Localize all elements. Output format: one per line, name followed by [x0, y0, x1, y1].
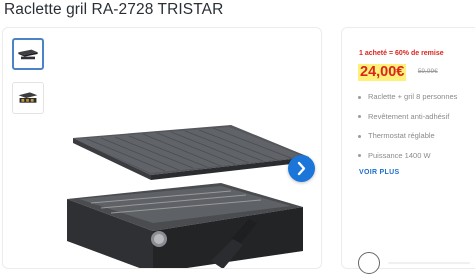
voir-plus-link[interactable]: VOIR PLUS [359, 169, 399, 176]
placeholder-line [388, 262, 470, 264]
feature-item: Puissance 1400 W [358, 146, 457, 166]
price-row: 24,00€ 59,99€ [358, 63, 438, 81]
raclette-grill-main-image [67, 125, 309, 268]
feature-item: Thermostat réglable [358, 126, 457, 146]
feature-label: Thermostat réglable [368, 131, 435, 140]
old-price: 59,99€ [417, 68, 438, 76]
radio-circle-icon[interactable] [358, 252, 380, 274]
thumbnail-2[interactable] [12, 82, 44, 114]
product-title: Raclette gril RA-2728 TRISTAR [4, 1, 224, 18]
bullet-icon [358, 154, 361, 158]
bullet-icon [358, 115, 361, 119]
offer-panel: 1 acheté = 60% de remise 24,00€ 59,99€ R… [341, 27, 475, 274]
product-gallery [2, 27, 322, 269]
raclette-grill-angle-thumbnail-image [18, 92, 38, 103]
feature-item: Revêtement anti-adhésif [358, 107, 457, 127]
feature-label: Puissance 1400 W [368, 150, 431, 160]
current-price: 24,00€ [358, 64, 407, 81]
feature-label: Revêtement anti-adhésif [368, 111, 450, 121]
next-image-button[interactable] [288, 155, 315, 182]
feature-item: Raclette + gril 8 personnes [358, 87, 457, 107]
bullet-icon [358, 134, 361, 138]
bullet-icon [358, 95, 361, 99]
feature-label: Raclette + gril 8 personnes [368, 92, 458, 101]
raclette-grill-thumbnail-image [18, 49, 38, 60]
chevron-right-icon [297, 161, 306, 176]
thumbnail-1[interactable] [12, 38, 44, 70]
promo-text: 1 acheté = 60% de remise [359, 50, 444, 57]
feature-list: Raclette + gril 8 personnes Revêtement a… [358, 87, 457, 165]
